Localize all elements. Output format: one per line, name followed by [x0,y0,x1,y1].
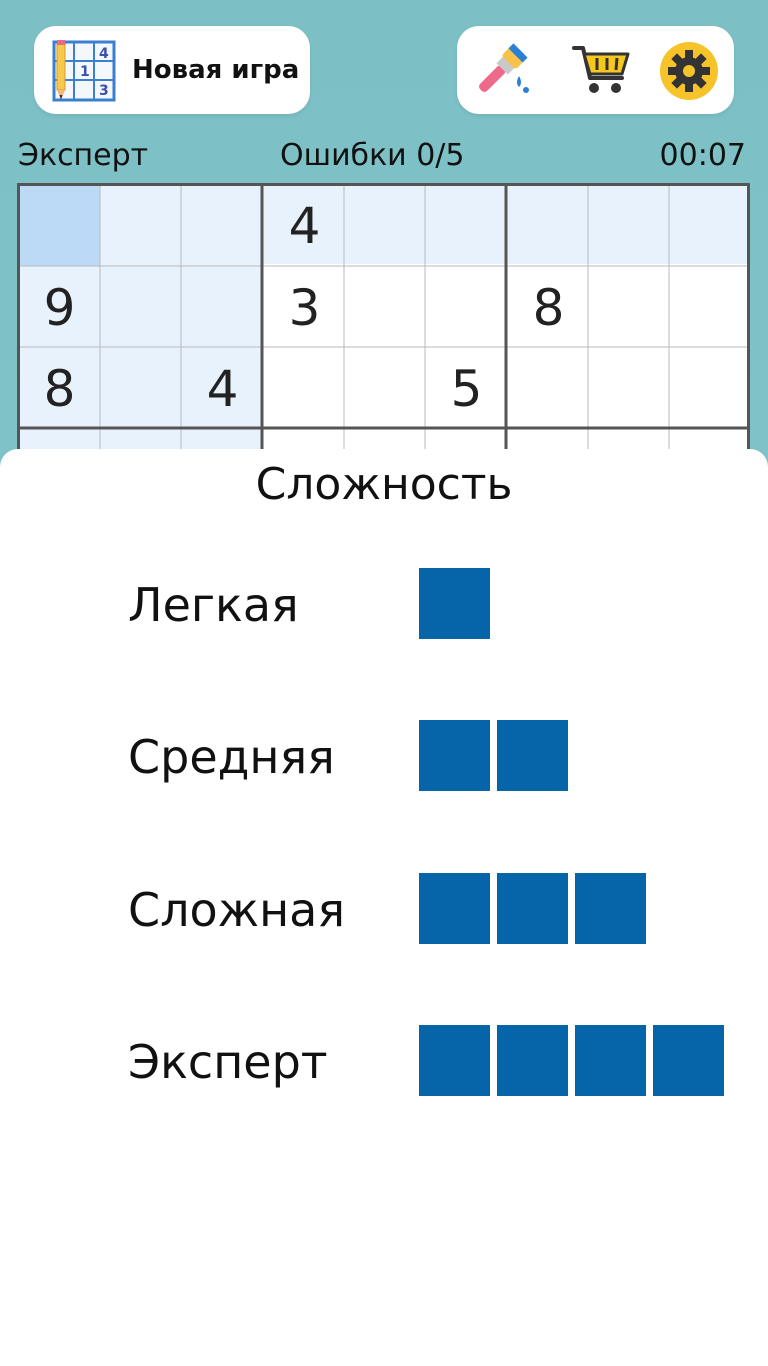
sudoku-cell[interactable] [101,267,182,348]
game-timer: 00:07 [659,138,746,173]
sudoku-board: 4 9 3 8 8 4 5 [17,183,750,463]
difficulty-square [653,1025,724,1096]
difficulty-square [419,720,490,791]
shopping-cart-icon[interactable] [570,40,632,102]
difficulty-option-label: Легкая [128,578,299,632]
sudoku-cell[interactable] [426,267,507,348]
sudoku-cell[interactable] [101,185,182,266]
sudoku-cell[interactable] [589,348,670,429]
sudoku-cell[interactable] [670,185,750,266]
sudoku-cell[interactable] [508,185,589,266]
sudoku-cell[interactable]: 8 [508,267,589,348]
sudoku-cell[interactable] [101,348,182,429]
difficulty-option-medium[interactable]: Средняя [0,720,768,810]
difficulty-square [419,568,490,639]
sudoku-cell[interactable] [589,267,670,348]
icon-digit: 3 [99,83,109,99]
sudoku-cell[interactable]: 4 [182,348,263,429]
sudoku-cell[interactable] [426,185,507,266]
new-game-label: Новая игра [132,55,300,85]
sudoku-cell[interactable] [345,267,426,348]
difficulty-square [575,1025,646,1096]
toolbar [457,26,734,114]
sudoku-cell[interactable]: 3 [264,267,345,348]
sudoku-cell[interactable] [182,267,263,348]
difficulty-option-easy[interactable]: Легкая [0,568,768,658]
sudoku-cell[interactable] [345,185,426,266]
sudoku-cell[interactable]: 9 [19,267,100,348]
sudoku-cell[interactable] [589,185,670,266]
sudoku-cell[interactable] [182,185,263,266]
icon-digit: 1 [80,64,90,80]
difficulty-option-label: Эксперт [128,1035,328,1089]
difficulty-square [575,873,646,944]
sudoku-cell[interactable]: 5 [426,348,507,429]
sudoku-cell[interactable]: 4 [264,185,345,266]
difficulty-option-hard[interactable]: Сложная [0,873,768,963]
difficulty-square [497,720,568,791]
sudoku-cell[interactable] [345,348,426,429]
icon-digit: 4 [99,46,109,62]
sudoku-cell[interactable] [508,348,589,429]
difficulty-square [497,1025,568,1096]
difficulty-option-label: Сложная [128,883,346,937]
sudoku-cell[interactable] [19,185,100,266]
errors-counter: Ошибки 0/5 [280,138,465,173]
sudoku-cell[interactable]: 8 [19,348,100,429]
difficulty-sheet: Сложность Легкая Средняя Сложная Эксперт [0,449,768,1366]
difficulty-square [419,1025,490,1096]
paintbrush-icon[interactable] [469,40,531,102]
difficulty-option-label: Средняя [128,730,335,784]
sudoku-cell[interactable] [670,267,750,348]
difficulty-square [419,873,490,944]
sudoku-cell[interactable] [264,348,345,429]
difficulty-level-label: Эксперт [18,138,149,173]
sudoku-grid-icon: 4 1 3 [52,40,116,102]
sheet-title: Сложность [255,459,513,510]
difficulty-option-expert[interactable]: Эксперт [0,1025,768,1115]
sudoku-cell[interactable] [670,348,750,429]
new-game-button[interactable]: 4 1 3 Новая игра [34,26,310,114]
settings-gear-icon[interactable] [658,40,720,102]
difficulty-square [497,873,568,944]
